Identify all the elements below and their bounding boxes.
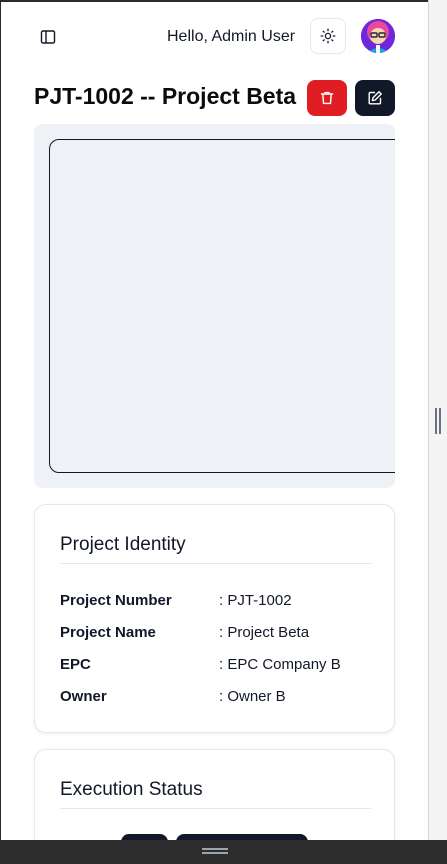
- project-identity-card: Project Identity Project Number : PJT-10…: [34, 504, 395, 733]
- info-label: Owner: [60, 688, 107, 705]
- edit-project-button[interactable]: [355, 80, 395, 116]
- avatar-image: [361, 19, 395, 53]
- vertical-resize-handle[interactable]: [428, 0, 447, 864]
- media-frame: [49, 139, 395, 473]
- info-row-epc: EPC : EPC Company B: [60, 656, 371, 676]
- top-header: Hello, Admin User: [1, 2, 428, 72]
- info-row-project-number: Project Number : PJT-1002: [60, 592, 371, 612]
- horizontal-resize-handle[interactable]: [0, 840, 447, 864]
- user-avatar[interactable]: [361, 19, 395, 53]
- info-label: Project Number: [60, 592, 172, 609]
- delete-project-button[interactable]: [307, 80, 347, 116]
- trash-icon: [320, 91, 334, 105]
- app-viewport: Hello, Admin User PJT-1002 -- Project Be…: [1, 2, 428, 840]
- page-title: PJT-1002 -- Project Beta: [34, 83, 297, 109]
- panel-left-icon: [40, 30, 56, 44]
- grip-icon: [202, 848, 228, 854]
- project-media-panel: [34, 124, 395, 488]
- card-title: Execution Status: [60, 779, 203, 800]
- card-divider: [60, 808, 371, 809]
- info-value: : Project Beta: [219, 624, 310, 641]
- grip-icon: [435, 408, 441, 434]
- greeting-text: Hello, Admin User: [167, 28, 296, 45]
- info-label: EPC: [60, 656, 91, 673]
- sidebar-toggle-button[interactable]: [35, 24, 61, 50]
- execution-status-card: Execution Status: [34, 749, 395, 840]
- theme-toggle-button[interactable]: [310, 18, 346, 54]
- info-label: Project Name: [60, 624, 156, 641]
- card-divider: [60, 563, 371, 564]
- info-value: : EPC Company B: [219, 656, 341, 673]
- edit-icon: [368, 91, 382, 105]
- info-value: : Owner B: [219, 688, 286, 705]
- info-value: : PJT-1002: [219, 592, 292, 609]
- info-row-project-name: Project Name : Project Beta: [60, 624, 371, 644]
- info-row-owner: Owner : Owner B: [60, 688, 371, 708]
- sun-icon: [320, 28, 336, 44]
- card-title: Project Identity: [60, 534, 186, 555]
